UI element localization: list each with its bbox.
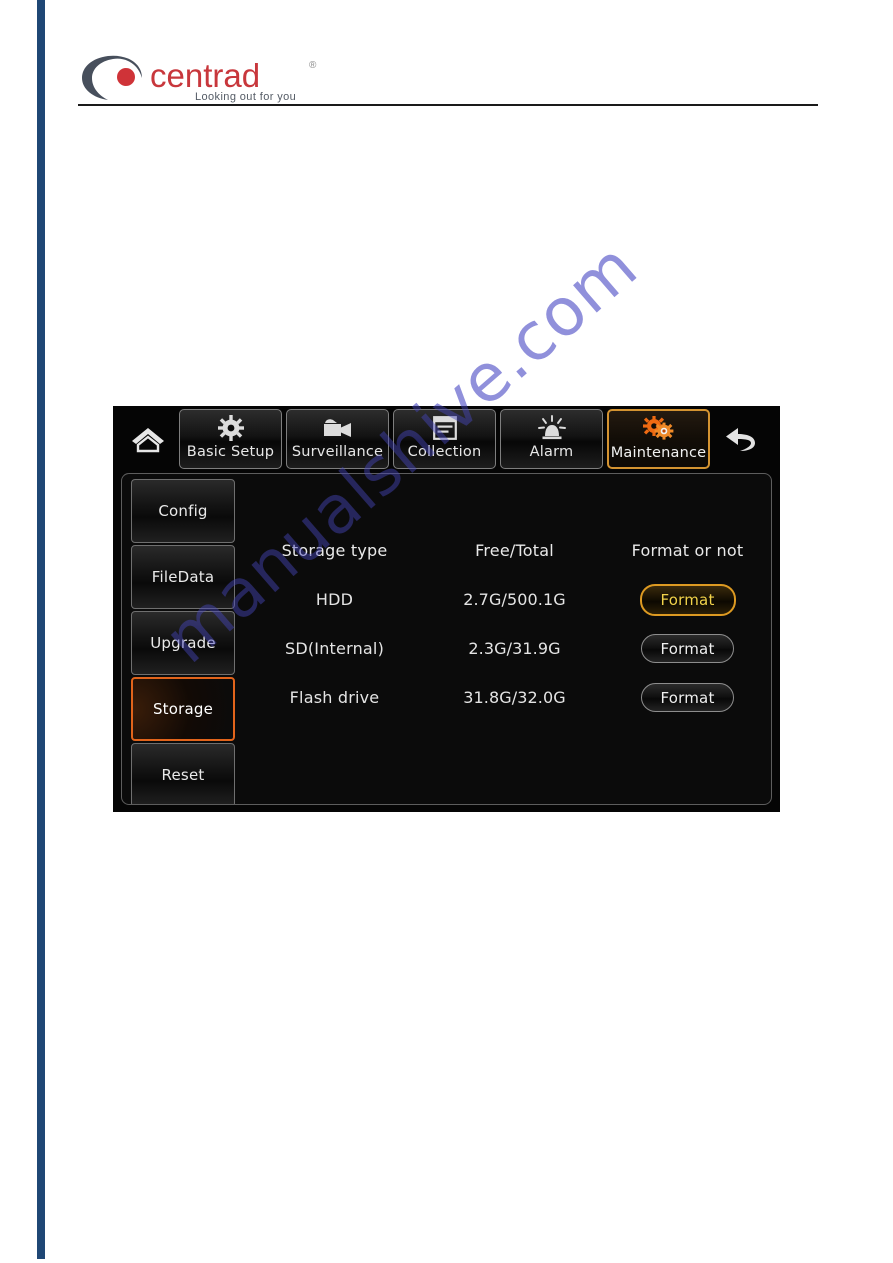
brand-logo: centrad ® Looking out for you	[80, 52, 330, 104]
home-button[interactable]	[117, 408, 179, 470]
logo-registered-mark: ®	[309, 60, 317, 71]
manual-page: manualshive.com centrad ® Looking out fo…	[0, 0, 893, 1263]
column-header-free-total: Free/Total	[475, 541, 554, 560]
logo-tagline: Looking out for you	[195, 91, 296, 103]
format-button-hdd[interactable]: Format	[639, 583, 736, 616]
tab-collection[interactable]: Collection	[393, 409, 496, 469]
storage-table: Storage type Free/Total Format or not HD…	[242, 474, 771, 804]
siren-icon	[537, 414, 566, 442]
sidebar-item-storage[interactable]: Storage	[131, 677, 235, 741]
tab-basic-setup[interactable]: Basic Setup	[179, 409, 282, 469]
format-button-sd[interactable]: Format	[641, 634, 734, 663]
tab-maintenance[interactable]: Maintenance	[607, 409, 710, 469]
device-toolbar: Basic Setup Surveillance Collection Alar…	[113, 406, 780, 472]
sidebar-item-upgrade[interactable]: Upgrade	[131, 611, 235, 675]
table-row: Flash drive	[289, 688, 380, 707]
sidebar-item-filedata[interactable]: FileData	[131, 545, 235, 609]
tab-label: Surveillance	[291, 444, 384, 460]
list-window-icon	[432, 414, 457, 442]
sidebar-item-config[interactable]: Config	[131, 479, 235, 543]
column-header-storage-type: Storage type	[281, 541, 388, 560]
logo-dot-icon	[117, 68, 135, 86]
table-row: 2.7G/500.1G	[463, 590, 566, 609]
table-row: 2.3G/31.9G	[468, 639, 561, 658]
table-row: 31.8G/32.0G	[463, 688, 566, 707]
tab-surveillance[interactable]: Surveillance	[286, 409, 389, 469]
table-row: Format	[602, 624, 771, 673]
table-row: HDD	[315, 590, 354, 609]
table-row: SD(Internal)	[284, 639, 385, 658]
maintenance-sidebar: Config FileData Upgrade Storage Reset	[131, 479, 235, 804]
video-camera-icon	[323, 414, 353, 442]
home-icon	[132, 428, 164, 453]
header-divider	[78, 104, 818, 106]
format-button-flash[interactable]: Format	[641, 683, 734, 712]
tab-label: Basic Setup	[186, 444, 275, 460]
page-spine-bar	[37, 0, 45, 1259]
sidebar-item-reset[interactable]: Reset	[131, 743, 235, 804]
storage-grid: Storage type Free/Total Format or not HD…	[242, 526, 771, 722]
double-gear-icon	[642, 415, 675, 443]
table-row: Format	[602, 673, 771, 722]
back-button[interactable]	[710, 408, 772, 470]
centrad-logo-svg: centrad ® Looking out for you	[82, 55, 317, 103]
table-row: Format	[602, 575, 771, 624]
tab-alarm[interactable]: Alarm	[500, 409, 603, 469]
back-arrow-icon	[726, 428, 755, 451]
tab-label: Maintenance	[610, 445, 707, 461]
tab-label: Collection	[407, 444, 482, 460]
content-panel: Config FileData Upgrade Storage Reset St…	[121, 473, 772, 805]
gear-icon	[217, 414, 244, 442]
tab-label: Alarm	[529, 444, 574, 460]
device-ui-screenshot: Basic Setup Surveillance Collection Alar…	[113, 406, 780, 812]
column-header-format: Format or not	[631, 541, 744, 560]
toolbar-tabs: Basic Setup Surveillance Collection Alar…	[179, 409, 710, 469]
logo-wordmark: centrad	[150, 57, 260, 94]
